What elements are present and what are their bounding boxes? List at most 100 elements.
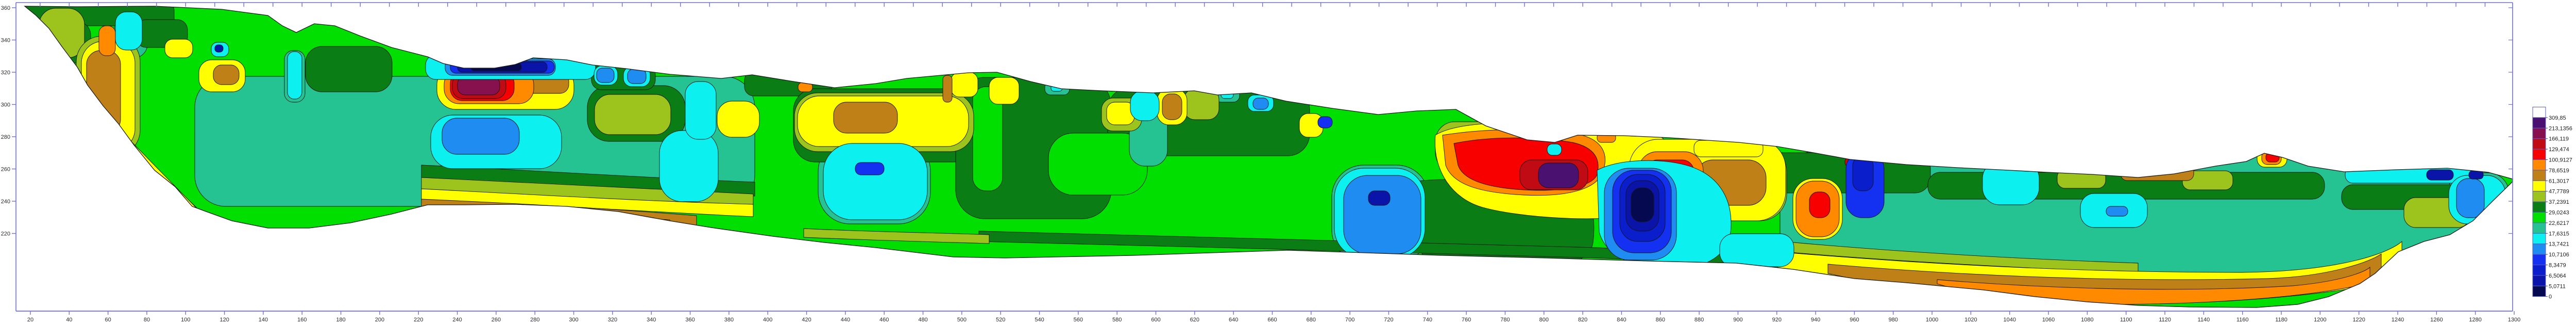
color-scale-legend: 309,85 213,1356 166,119 129,474 100,9127 78,6… bbox=[2532, 107, 2572, 300]
legend-level-label: 29,0243 bbox=[2549, 210, 2569, 216]
legend-level-label: 37,2391 bbox=[2549, 199, 2569, 205]
x-tick-label: 580 bbox=[1112, 317, 1122, 323]
legend-level-label: 166,119 bbox=[2549, 136, 2569, 142]
x-tick-label: 520 bbox=[996, 317, 1005, 323]
x-tick-label: 1020 bbox=[1964, 317, 1977, 323]
x-tick-label: 360 bbox=[685, 317, 694, 323]
x-tick-label: 60 bbox=[105, 317, 111, 323]
contour-region bbox=[115, 11, 143, 51]
y-tick-label: 240 bbox=[1, 199, 10, 205]
x-tick-label: 120 bbox=[219, 317, 229, 323]
x-tick-label: 720 bbox=[1384, 317, 1393, 323]
legend-color-box bbox=[2532, 180, 2546, 192]
contour-region bbox=[2120, 165, 2194, 181]
contour-region bbox=[1719, 233, 1794, 267]
contour-region bbox=[627, 69, 647, 84]
x-tick-label: 860 bbox=[1656, 317, 1665, 323]
contour-region bbox=[659, 130, 719, 202]
legend-level-label: 8,3479 bbox=[2549, 263, 2566, 269]
x-tick-label: 180 bbox=[336, 317, 345, 323]
x-tick-label: 820 bbox=[1578, 317, 1587, 323]
contour-region bbox=[213, 64, 240, 85]
y-tick-label: 340 bbox=[1, 38, 10, 44]
legend-level-label: 0 bbox=[2549, 294, 2552, 300]
contour-region bbox=[1852, 156, 1874, 191]
x-tick-label: 1140 bbox=[2198, 317, 2210, 323]
x-tick-label: 1000 bbox=[1926, 317, 1938, 323]
x-tick-label: 1060 bbox=[2042, 317, 2055, 323]
legend-color-box bbox=[2532, 170, 2546, 181]
x-tick-label: 1220 bbox=[2352, 317, 2365, 323]
x-tick-label: 500 bbox=[957, 317, 967, 323]
x-tick-label: 1100 bbox=[2120, 317, 2132, 323]
x-tick-label: 680 bbox=[1307, 317, 1316, 323]
legend-color-box bbox=[2532, 149, 2546, 160]
contour-region bbox=[1547, 143, 1562, 156]
legend-level-label: 309,85 bbox=[2549, 115, 2566, 121]
x-tick-label: 1040 bbox=[2003, 317, 2015, 323]
legend-level-label: 47,7789 bbox=[2549, 189, 2569, 195]
legend-level-label: 78,6519 bbox=[2549, 168, 2569, 174]
legend-level-label: 13,7421 bbox=[2549, 241, 2569, 248]
x-tick-label: 840 bbox=[1617, 317, 1626, 323]
y-tick-label: 260 bbox=[1, 167, 10, 173]
x-tick-label: 760 bbox=[1462, 317, 1471, 323]
contour-region bbox=[1252, 98, 1269, 110]
contour-region bbox=[1162, 93, 1182, 120]
contour-region bbox=[951, 72, 978, 98]
contour-plot-area bbox=[24, 6, 2513, 308]
x-tick-label: 880 bbox=[1694, 317, 1704, 323]
x-tick-label: 1080 bbox=[2081, 317, 2093, 323]
x-tick-label: 260 bbox=[492, 317, 501, 323]
contour-region bbox=[98, 25, 116, 56]
x-tick-label: 800 bbox=[1539, 317, 1549, 323]
contour-region bbox=[1809, 191, 1831, 218]
contour-region bbox=[39, 8, 85, 58]
contour-figure-svg: 20 40 60 80 100 120 140 160 180 200 220 240 260 280 30… bbox=[1, 2, 2572, 323]
legend-color-box bbox=[2532, 138, 2546, 150]
x-tick-label: 460 bbox=[879, 317, 889, 323]
legend-color-box bbox=[2532, 285, 2546, 297]
x-tick-label: 20 bbox=[27, 317, 33, 323]
x-tick-label: 240 bbox=[452, 317, 462, 323]
legend-level-label: 6,5064 bbox=[2549, 273, 2566, 279]
contour-region bbox=[1982, 161, 2040, 205]
legend-color-box bbox=[2532, 275, 2546, 286]
x-tick-label: 80 bbox=[144, 317, 150, 323]
legend-color-box bbox=[2532, 244, 2546, 255]
contour-region bbox=[717, 101, 760, 138]
contour-region bbox=[2468, 170, 2484, 180]
x-tick-label: 340 bbox=[647, 317, 656, 323]
legend-level-label: 213,1356 bbox=[2549, 125, 2572, 132]
x-tick-label: 300 bbox=[569, 317, 578, 323]
x-tick-label: 100 bbox=[181, 317, 190, 323]
legend-color-box bbox=[2532, 117, 2546, 128]
x-tick-label: 420 bbox=[802, 317, 811, 323]
x-tick-label: 660 bbox=[1267, 317, 1277, 323]
x-tick-label: 440 bbox=[841, 317, 850, 323]
x-tick-label: 920 bbox=[1772, 317, 1782, 323]
y-tick-label: 300 bbox=[1, 102, 10, 108]
x-tick-label: 980 bbox=[1889, 317, 1898, 323]
legend-level-label: 129,474 bbox=[2549, 147, 2569, 153]
x-tick-label: 480 bbox=[918, 317, 927, 323]
contour-region bbox=[1368, 190, 1391, 206]
x-tick-label: 320 bbox=[608, 317, 617, 323]
contour-region bbox=[1597, 133, 1616, 143]
x-tick-label: 140 bbox=[259, 317, 268, 323]
legend-color-box bbox=[2532, 201, 2546, 213]
x-tick-label: 1260 bbox=[2430, 317, 2443, 323]
legend-color-box bbox=[2532, 233, 2546, 245]
legend-color-box bbox=[2532, 265, 2546, 276]
legend-level-label: 61,3017 bbox=[2549, 178, 2569, 184]
legend-level-label: 100,9127 bbox=[2549, 157, 2572, 164]
legend-color-box bbox=[2532, 212, 2546, 223]
x-tick-label: 620 bbox=[1190, 317, 1199, 323]
contour-region bbox=[1183, 88, 1219, 120]
contour-region bbox=[2106, 206, 2128, 217]
contour-region bbox=[1317, 116, 1333, 128]
x-tick-label: 540 bbox=[1035, 317, 1044, 323]
contour-region bbox=[287, 51, 302, 100]
contour-region bbox=[833, 102, 898, 134]
contour-region bbox=[855, 162, 885, 175]
